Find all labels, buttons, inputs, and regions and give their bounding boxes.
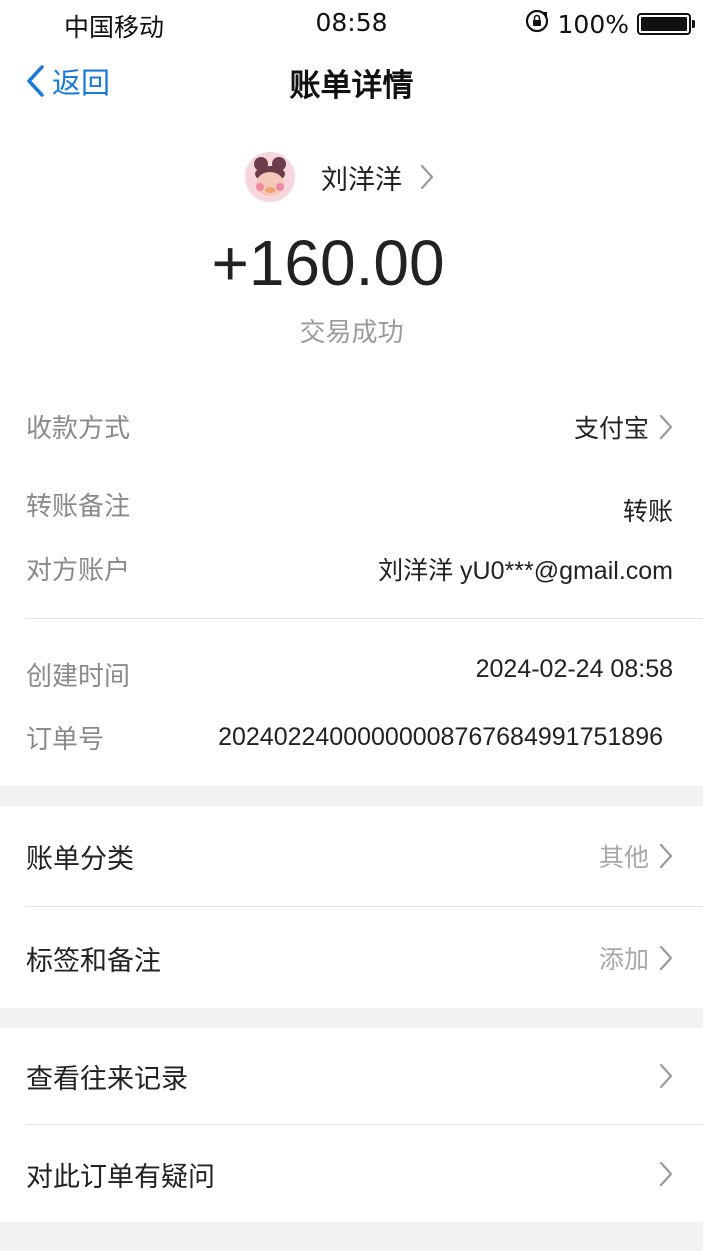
- bill-category-label: 账单分类: [26, 843, 134, 875]
- battery-percent: 100%: [557, 9, 629, 39]
- status-bar: 中国移动 08:58 100%: [0, 0, 703, 48]
- transaction-status: 交易成功: [299, 318, 404, 348]
- payment-method-text: 支付宝: [573, 413, 649, 443]
- created-time-value: 2024-02-24 08:58: [475, 655, 673, 683]
- order-number-row: 订单号 2024022400000000876768499175189­6: [26, 719, 673, 756]
- battery-icon: [637, 13, 695, 35]
- payment-method-row[interactable]: 收款方式 支付宝: [26, 408, 673, 445]
- chevron-right-icon: [659, 414, 673, 439]
- order-dispute-label: 对此订单有疑问: [26, 1161, 215, 1193]
- page-title: 账单详情: [289, 68, 414, 104]
- avatar: [245, 152, 295, 202]
- bill-category-value: 其他: [599, 838, 673, 874]
- status-right: 100%: [524, 8, 695, 40]
- chevron-right-icon: [659, 1161, 673, 1187]
- payment-method-label: 收款方式: [26, 414, 131, 444]
- created-time-label: 创建时间: [26, 662, 131, 692]
- divider: [26, 906, 703, 907]
- tags-notes-text: 添加: [598, 945, 649, 974]
- counterparty-account-value: 刘洋洋 yU0***@gmail.com: [378, 556, 673, 585]
- counterparty-account-label: 对方账户: [26, 556, 131, 586]
- payee-row[interactable]: 刘洋洋: [0, 152, 703, 202]
- transfer-note-row: 转账备注 转账: [26, 480, 673, 528]
- nav-bar: 返回 账单详情: [0, 48, 703, 116]
- bill-category-text: 其他: [598, 843, 649, 872]
- transaction-amount: +160.00: [211, 227, 445, 299]
- bill-category-row[interactable]: 账单分类 其他: [26, 806, 673, 906]
- record-actions-group: 查看往来记录 对此订单有疑问: [0, 1028, 703, 1222]
- order-dispute-row[interactable]: 对此订单有疑问: [26, 1126, 673, 1222]
- created-time-row: 创建时间 2024-02-24 08:58: [26, 646, 673, 693]
- divider: [26, 618, 703, 619]
- transfer-note-label: 转账备注: [26, 491, 131, 522]
- tags-notes-value: 添加: [599, 940, 673, 976]
- chevron-right-icon: [659, 1063, 673, 1089]
- chevron-right-icon: [659, 843, 673, 869]
- bill-detail-card: 刘洋洋 +160.00 交易成功 收款方式 支付宝 转账备注 转账 对方账户 刘…: [0, 116, 703, 786]
- chevron-right-icon: [659, 945, 673, 971]
- transfer-note-value: 转账: [622, 497, 673, 526]
- counterparty-account-row: 对方账户 刘洋洋 yU0***@gmail.com: [26, 550, 673, 587]
- tags-notes-label: 标签和备注: [26, 945, 161, 977]
- bill-settings-group: 账单分类 其他 标签和备注 添加: [0, 806, 703, 1008]
- chevron-right-icon: [420, 164, 434, 190]
- payment-method-value: 支付宝: [574, 409, 673, 445]
- rotation-lock-icon: [524, 8, 550, 40]
- tags-notes-row[interactable]: 标签和备注 添加: [26, 908, 673, 1008]
- divider: [26, 1124, 703, 1125]
- payee-name: 刘洋洋: [321, 164, 402, 196]
- view-history-label: 查看往来记录: [26, 1063, 188, 1095]
- view-history-row[interactable]: 查看往来记录: [26, 1028, 673, 1124]
- order-number-label: 订单号: [26, 725, 105, 755]
- order-number-value: 2024022400000000876768499175189­6: [218, 723, 663, 751]
